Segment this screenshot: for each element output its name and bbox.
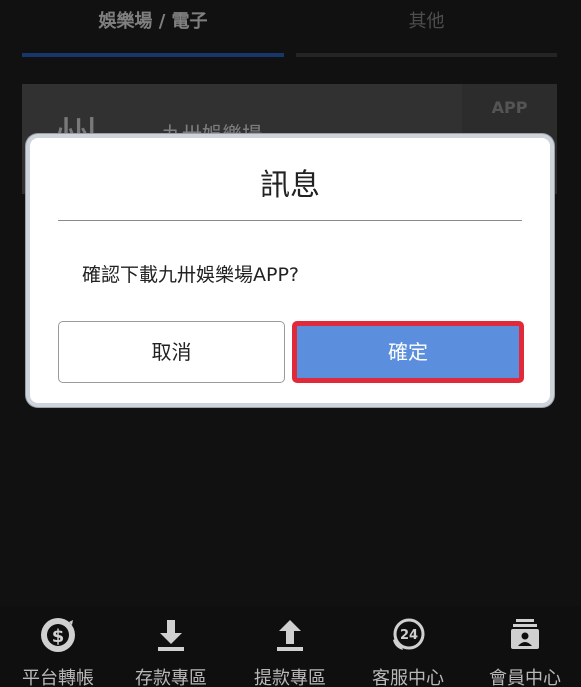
dialog-message: 確認下載九卅娛樂場APP? — [82, 264, 299, 286]
bottom-nav: $ 平台轉帳 存款專區 提款專區 24 客服中心 會員中心 — [0, 606, 581, 687]
confirm-dialog: 訊息 確認下載九卅娛樂場APP? 取消 確定 — [26, 134, 554, 407]
nav-label: 提款專區 — [254, 668, 326, 687]
dollar-transfer-icon: $ — [41, 618, 75, 652]
confirm-button[interactable]: 確定 — [292, 321, 524, 383]
dialog-title: 訊息 — [260, 168, 320, 203]
dialog-divider — [58, 220, 522, 221]
nav-item-transfer[interactable]: $ 平台轉帳 — [0, 606, 116, 687]
nav-label: 存款專區 — [135, 668, 207, 687]
upload-arrow-icon — [277, 620, 303, 651]
member-card-icon — [511, 619, 539, 649]
support-24-icon: 24 — [393, 618, 425, 650]
nav-label: 客服中心 — [372, 668, 444, 687]
nav-item-deposit[interactable]: 存款專區 — [113, 606, 229, 687]
nav-item-member[interactable]: 會員中心 — [467, 606, 581, 687]
svg-text:$: $ — [52, 626, 65, 647]
nav-item-support[interactable]: 24 客服中心 — [350, 606, 466, 687]
nav-label: 平台轉帳 — [22, 668, 94, 687]
download-arrow-icon — [158, 620, 184, 651]
cancel-button[interactable]: 取消 — [58, 321, 285, 383]
nav-item-withdraw[interactable]: 提款專區 — [232, 606, 348, 687]
nav-label: 會員中心 — [489, 668, 561, 687]
svg-text:24: 24 — [400, 628, 418, 643]
